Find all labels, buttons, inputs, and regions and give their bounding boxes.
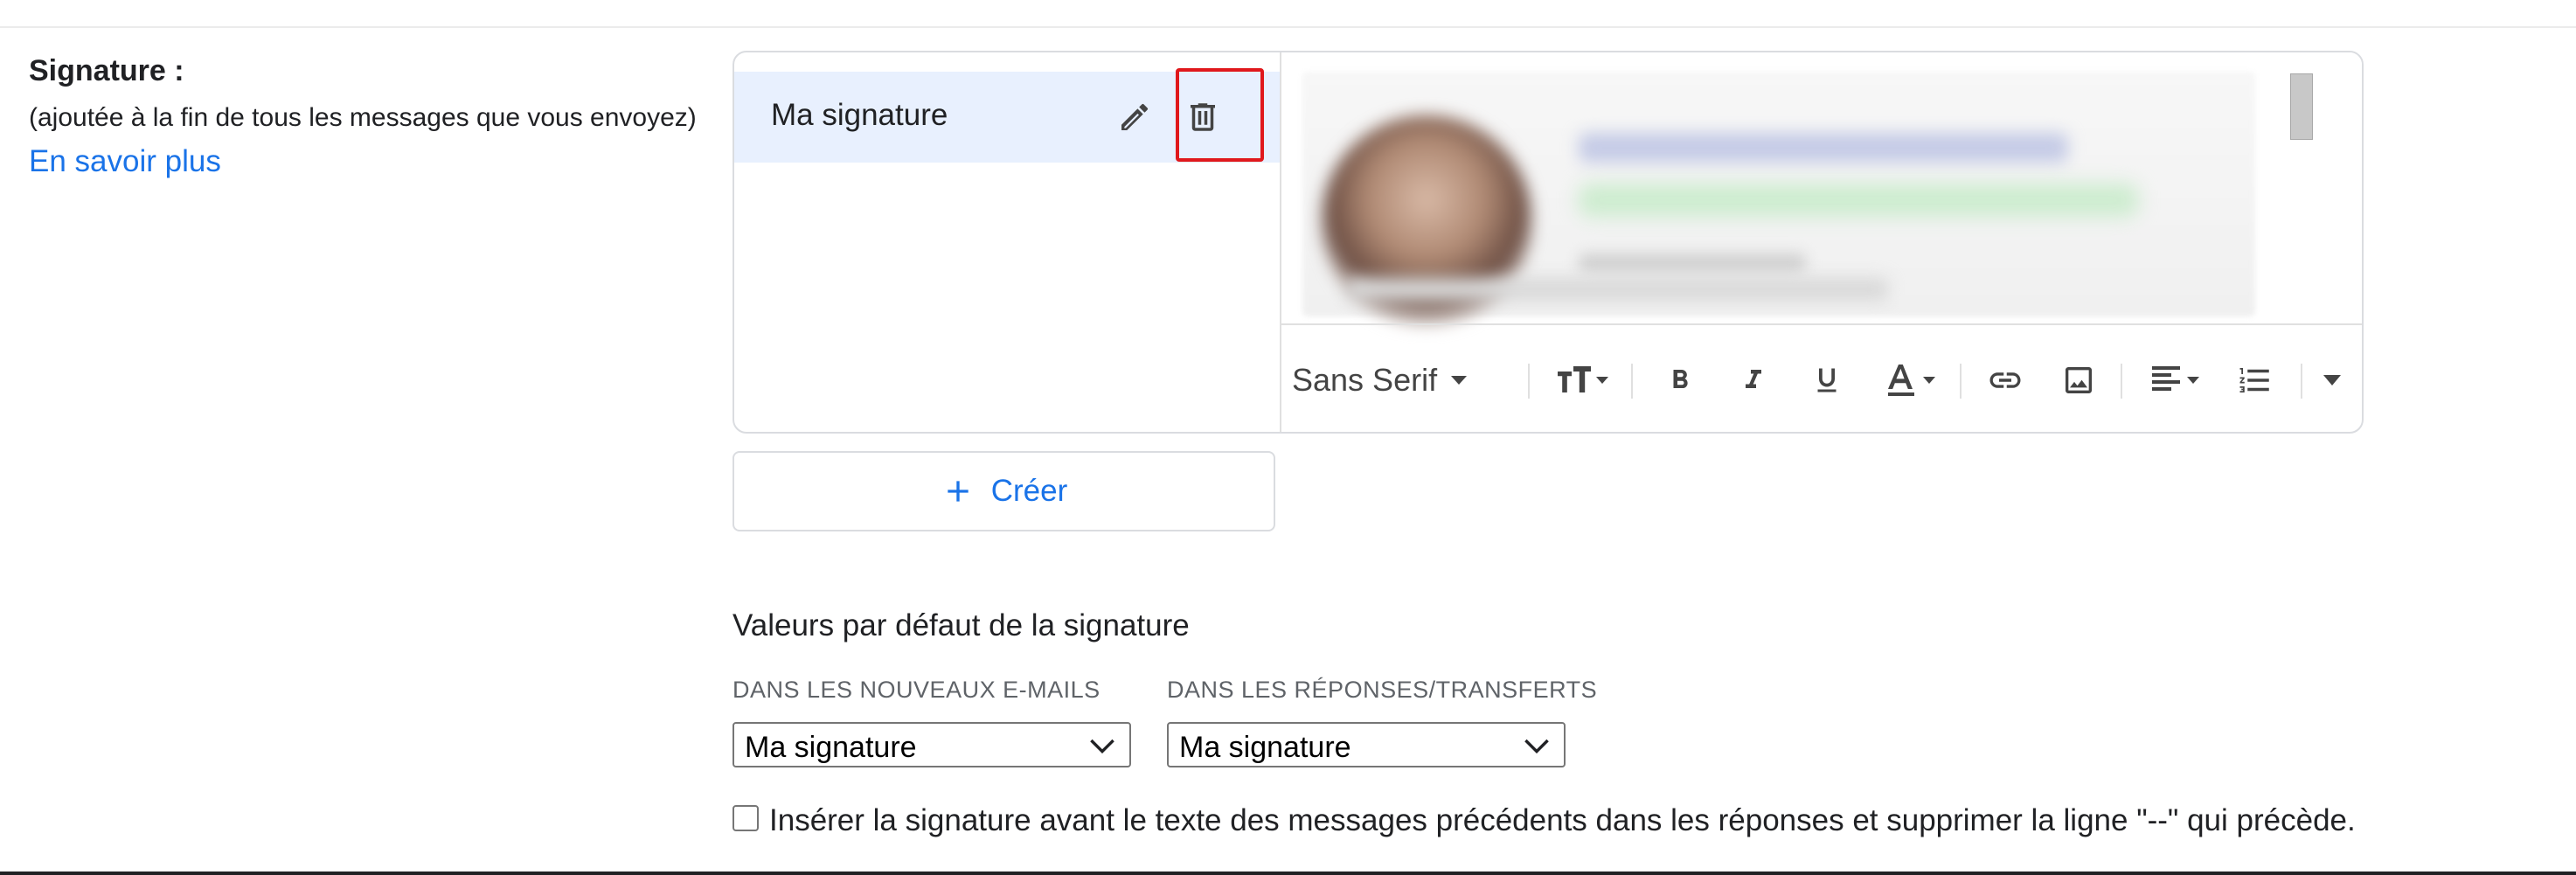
- font-family-select[interactable]: Sans Serif: [1281, 325, 1535, 432]
- learn-more-link[interactable]: En savoir plus: [29, 144, 221, 179]
- replies-value: Ma signature: [1179, 731, 1351, 764]
- preview-scrollbar[interactable]: [2290, 73, 2313, 140]
- blurred-title-line: [1579, 184, 2138, 217]
- font-size-button[interactable]: [1540, 325, 1624, 432]
- blurred-footer-line: [1346, 278, 1888, 301]
- underline-icon: [1817, 368, 1837, 392]
- italic-icon: [1746, 370, 1761, 388]
- chevron-down-icon: [1451, 376, 1468, 385]
- replies-select[interactable]: Ma signature: [1167, 722, 1566, 767]
- new-emails-select[interactable]: Ma signature: [733, 722, 1131, 767]
- align-icon: [2152, 366, 2199, 391]
- toolbar-separator: [2121, 364, 2122, 399]
- align-button[interactable]: [2135, 325, 2218, 432]
- underline-button[interactable]: [1799, 325, 1855, 432]
- create-signature-button[interactable]: Créer: [733, 451, 1275, 531]
- bold-icon: [1673, 370, 1688, 388]
- insert-before-checkbox[interactable]: [733, 805, 759, 831]
- insert-image-button[interactable]: [2044, 325, 2114, 432]
- defaults-title: Valeurs par défaut de la signature: [733, 608, 1190, 642]
- link-icon: [1989, 372, 2021, 388]
- create-label: Créer: [990, 474, 1068, 508]
- text-color-button[interactable]: [1872, 325, 1953, 432]
- blurred-detail-line: [1579, 253, 1806, 273]
- signature-item-label: Ma signature: [771, 98, 948, 132]
- chevron-down-icon: [1090, 739, 1114, 753]
- blurred-name-line: [1579, 133, 2068, 163]
- insert-link-button[interactable]: [1970, 325, 2040, 432]
- toolbar-separator: [1528, 364, 1530, 399]
- plus-icon: [948, 481, 969, 502]
- bold-button[interactable]: [1652, 325, 1708, 432]
- image-icon: [2066, 367, 2092, 393]
- numbered-list-icon: [2239, 368, 2269, 392]
- insert-before-label: Insérer la signature avant le texte des …: [769, 803, 2356, 837]
- replies-label: DANS LES RÉPONSES/TRANSFERTS: [1167, 677, 1598, 703]
- signature-editor: Ma signature Sans Serif: [733, 51, 2364, 434]
- more-options-icon: [2323, 375, 2341, 385]
- italic-button[interactable]: [1725, 325, 1781, 432]
- more-options-button[interactable]: [2306, 325, 2358, 432]
- pencil-icon: [1121, 103, 1149, 130]
- font-size-icon: [1558, 366, 1608, 392]
- toolbar-separator: [2301, 364, 2302, 399]
- delete-highlight-box: [1176, 68, 1264, 162]
- edit-signature-button[interactable]: [1112, 94, 1157, 140]
- toolbar-separator: [1960, 364, 1962, 399]
- new-emails-value: Ma signature: [745, 731, 917, 764]
- toolbar-separator: [1631, 364, 1633, 399]
- new-emails-label: DANS LES NOUVEAUX E-MAILS: [733, 677, 1101, 703]
- signature-subtitle: (ajoutée à la fin de tous les messages q…: [29, 103, 697, 132]
- numbered-list-button[interactable]: [2220, 325, 2290, 432]
- signature-title: Signature :: [29, 54, 184, 87]
- bottom-divider: [0, 872, 2576, 875]
- top-divider: [0, 26, 2576, 28]
- font-family-label: Sans Serif: [1292, 362, 1438, 398]
- text-color-icon: [1888, 365, 1935, 396]
- chevron-down-icon: [1524, 739, 1549, 753]
- formatting-toolbar: Sans Serif: [1281, 323, 2362, 432]
